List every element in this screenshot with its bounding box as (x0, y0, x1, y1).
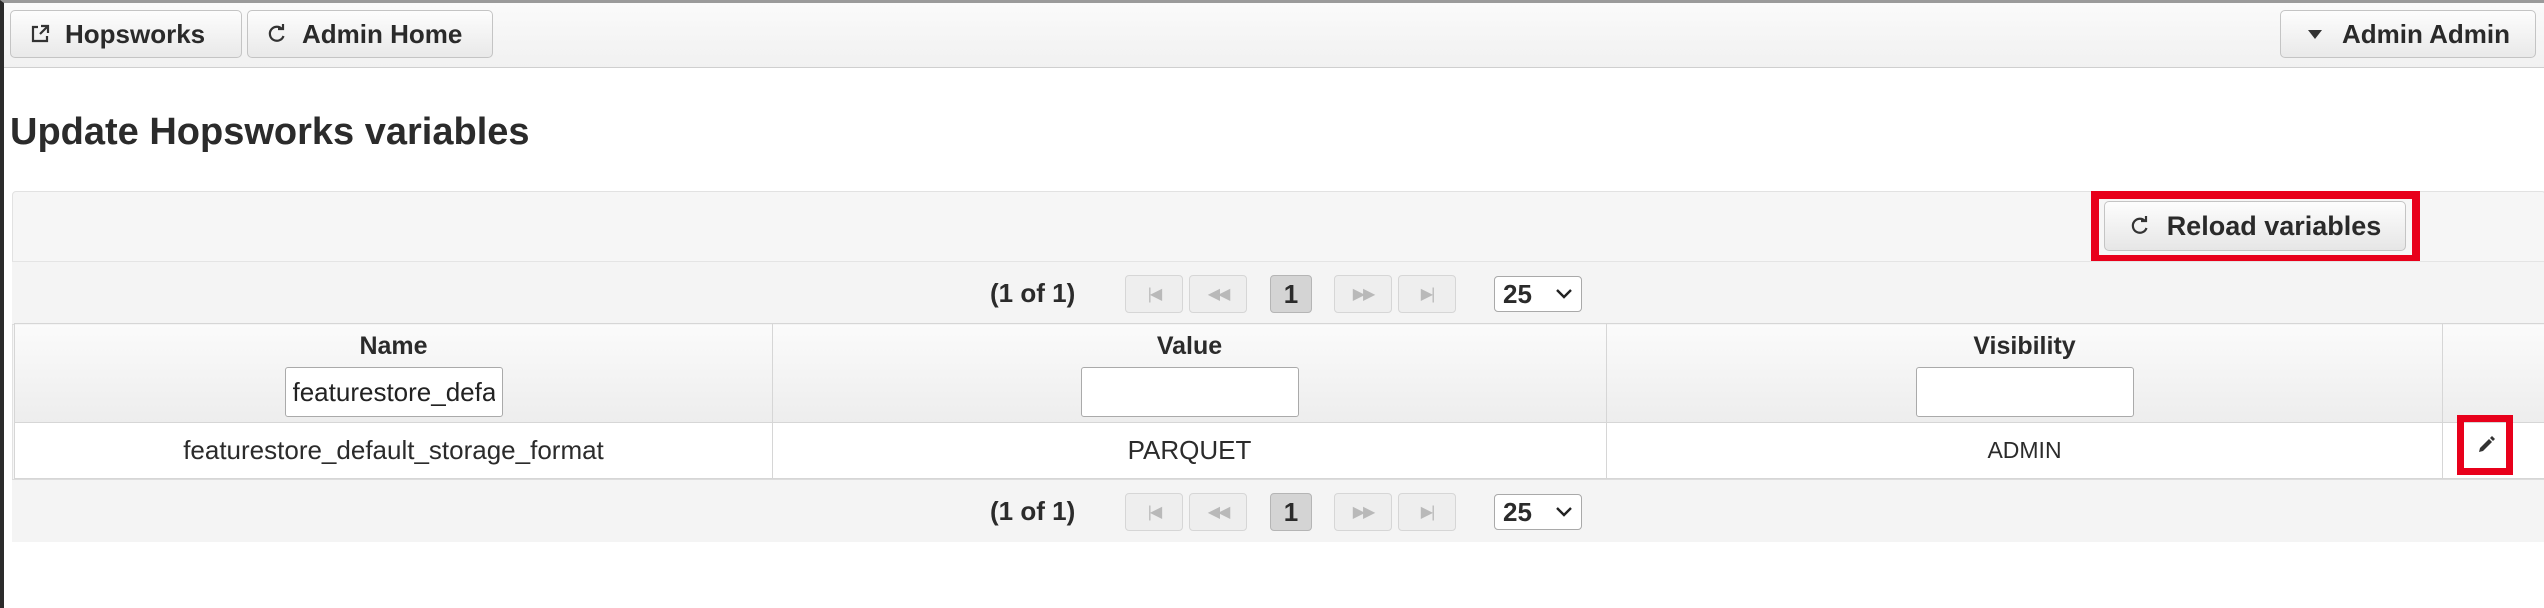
cell-name: featurestore_default_storage_format (14, 422, 773, 479)
cell-value: PARQUET (772, 422, 1607, 479)
hopsworks-button[interactable]: Hopsworks (10, 10, 242, 58)
prev-page-button[interactable]: ◀◀ (1189, 493, 1247, 531)
rows-per-page-value: 25 (1503, 278, 1532, 309)
last-page-button[interactable]: ▶| (1398, 275, 1456, 313)
reload-variables-button[interactable]: Reload variables (2104, 201, 2406, 251)
hopsworks-button-label: Hopsworks (65, 18, 206, 49)
next-page-button[interactable]: ▶▶ (1334, 275, 1392, 313)
pencil-icon[interactable] (2475, 434, 2497, 456)
admin-home-button-label: Admin Home (302, 18, 463, 49)
column-header-value: Value (772, 323, 1607, 423)
next-page-icon: ▶▶ (1352, 286, 1376, 303)
page-number-button[interactable]: 1 (1270, 275, 1312, 313)
paginator-bottom: (1 of 1) |◀ ◀◀ 1 ▶▶ ▶| 25 (12, 479, 2544, 542)
first-page-icon: |◀ (1147, 504, 1163, 521)
cell-visibility: ADMIN (1606, 422, 2443, 479)
admin-home-button[interactable]: Admin Home (247, 10, 493, 58)
column-header-visibility: Visibility (1606, 323, 2443, 423)
column-label-visibility: Visibility (1973, 332, 2076, 360)
chevron-down-icon (1556, 289, 1572, 299)
page-report: (1 of 1) (990, 495, 1076, 526)
column-header-actions (2442, 323, 2544, 423)
next-page-icon: ▶▶ (1352, 504, 1376, 521)
refresh-icon (266, 23, 288, 45)
last-page-icon: ▶| (1420, 504, 1436, 521)
name-filter-input[interactable] (284, 367, 503, 417)
page-report: (1 of 1) (990, 277, 1076, 308)
top-bar: Hopsworks Admin Home Admin Admin (4, 3, 2544, 68)
variables-table: Name Value Visibility featurestore_defau… (14, 323, 2544, 479)
first-page-button[interactable]: |◀ (1125, 275, 1183, 313)
table-header-row: Name Value Visibility (14, 323, 2544, 423)
user-menu-label: Admin Admin (2341, 18, 2511, 49)
column-label-name: Name (359, 332, 428, 360)
table-row: featurestore_default_storage_format PARQ… (14, 415, 2544, 479)
column-label-value: Value (1156, 332, 1223, 360)
value-filter-input[interactable] (1080, 367, 1299, 417)
rows-per-page-select[interactable]: 25 (1494, 494, 1582, 530)
rows-per-page-value: 25 (1503, 496, 1532, 527)
next-page-button[interactable]: ▶▶ (1334, 493, 1392, 531)
first-page-icon: |◀ (1147, 286, 1163, 303)
column-header-name: Name (14, 323, 773, 423)
last-page-button[interactable]: ▶| (1398, 493, 1456, 531)
paginator-top: (1 of 1) |◀ ◀◀ 1 ▶▶ ▶| 25 (12, 261, 2544, 325)
caret-down-icon (2304, 23, 2326, 45)
app-frame: Hopsworks Admin Home Admin Admin Update … (0, 0, 2544, 608)
reload-variables-label: Reload variables (2166, 210, 2382, 241)
prev-page-icon: ◀◀ (1207, 504, 1231, 521)
prev-page-icon: ◀◀ (1207, 286, 1231, 303)
chevron-down-icon (1556, 507, 1572, 517)
external-link-icon (29, 23, 51, 45)
user-menu-button[interactable]: Admin Admin (2280, 10, 2536, 58)
last-page-icon: ▶| (1420, 286, 1436, 303)
visibility-filter-input[interactable] (1915, 367, 2134, 417)
page-number-button[interactable]: 1 (1270, 493, 1312, 531)
cell-actions (2442, 415, 2544, 479)
rows-per-page-select[interactable]: 25 (1494, 276, 1582, 312)
page-title: Update Hopsworks variables (10, 111, 530, 153)
prev-page-button[interactable]: ◀◀ (1189, 275, 1247, 313)
refresh-icon (2129, 215, 2151, 237)
first-page-button[interactable]: |◀ (1125, 493, 1183, 531)
